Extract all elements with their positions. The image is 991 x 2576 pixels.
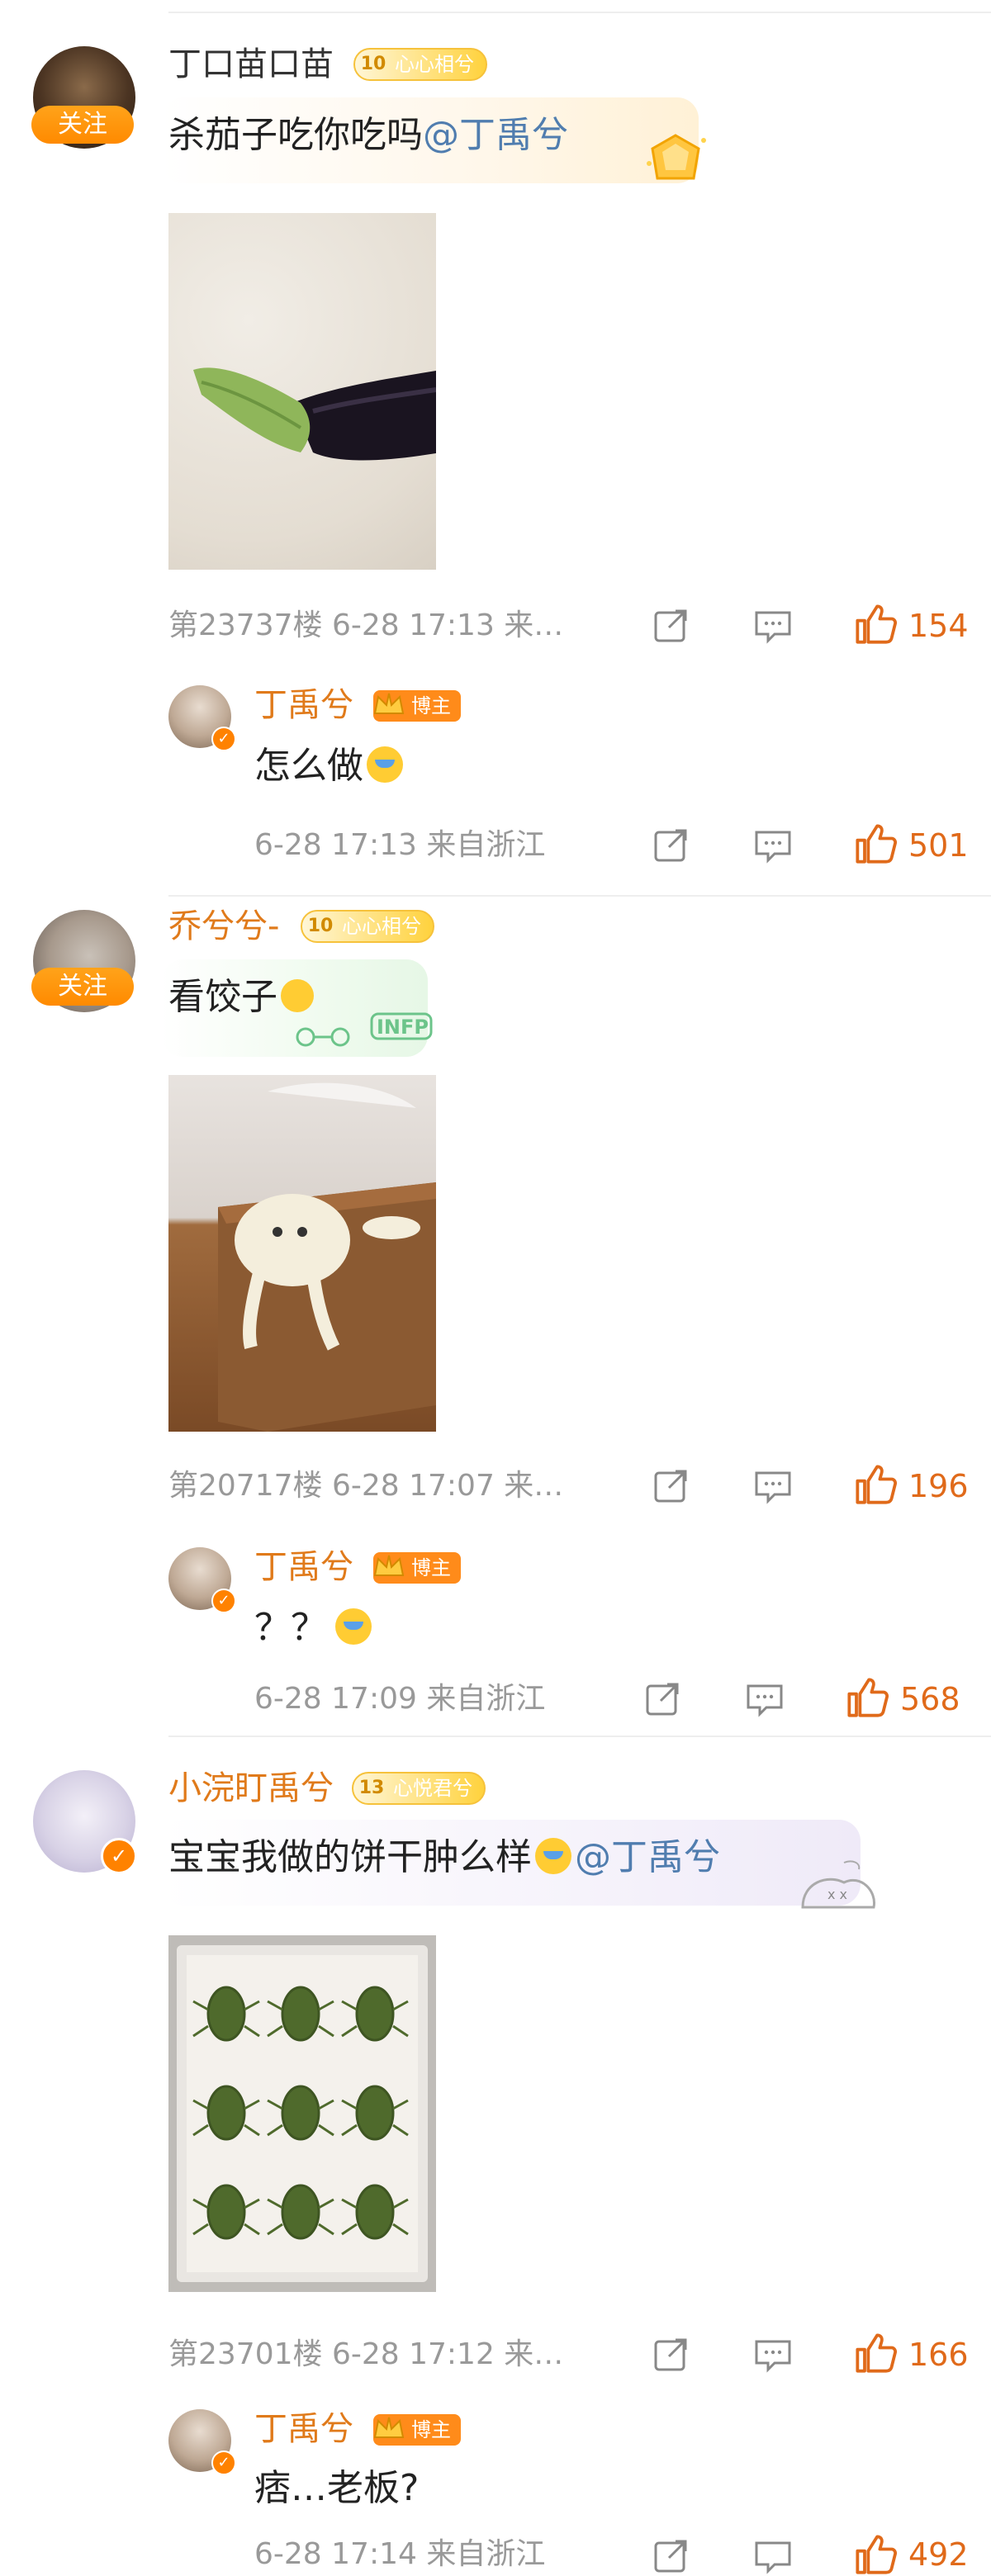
username[interactable]: 小浣盯禹兮 (168, 1769, 334, 1808)
verified-badge: ✓ (211, 2451, 236, 2475)
reply-text: ？？ (254, 1605, 372, 1651)
reply-username[interactable]: 丁禹兮 (254, 1547, 353, 1587)
crying-face-icon (367, 746, 403, 783)
infp-sticker-icon: INFP (296, 1012, 433, 1047)
reply-meta: 6-28 17:09 来自浙江 (254, 1682, 546, 1716)
follow-button[interactable]: 关注 (31, 968, 134, 1006)
comment-icon[interactable] (753, 2536, 793, 2576)
dumpling-photo[interactable] (168, 1075, 436, 1432)
comment-divider (168, 895, 991, 897)
owner-badge: 博主 (373, 1552, 461, 1584)
eggplant-photo[interactable] (168, 213, 436, 570)
fan-badge-label: 心心相兮 (395, 53, 474, 76)
mention-link[interactable]: @丁禹兮 (575, 1836, 720, 1878)
reply-meta: 6-28 17:14 来自浙江 (254, 2537, 546, 2571)
crown-icon (373, 1555, 405, 1576)
comment-text: 杀茄子吃你吃吗@丁禹兮 (168, 114, 568, 156)
fan-badge: 10 心心相兮 (301, 910, 434, 943)
like-count: 501 (908, 827, 969, 864)
reply-meta: 6-28 17:13 来自浙江 (254, 828, 546, 862)
comment-icon[interactable] (753, 1466, 793, 1506)
fan-badge: 13 心悦君兮 (352, 1772, 486, 1805)
fan-badge-label: 心心相兮 (342, 915, 421, 938)
like-count: 166 (908, 2337, 969, 2373)
like-count: 154 (908, 608, 969, 644)
reply-username[interactable]: 丁禹兮 (254, 685, 353, 725)
reply-text: 痞…老板? (254, 2467, 420, 2509)
comment-meta: 第20717楼 6-28 17:07 来… (168, 1469, 564, 1503)
like-icon[interactable] (854, 822, 897, 865)
svg-text:x x: x x (827, 1887, 847, 1902)
owner-badge: 博主 (373, 690, 461, 722)
like-count: 568 (900, 1681, 960, 1717)
crying-face-icon (535, 1838, 571, 1874)
cookie-tray-photo[interactable] (168, 1935, 436, 2292)
fan-badge: 10 心心相兮 (353, 48, 487, 81)
ghost-sticker-icon: x x (801, 1860, 875, 1909)
like-icon[interactable] (854, 603, 897, 646)
reply-username[interactable]: 丁禹兮 (254, 2409, 353, 2449)
share-icon[interactable] (642, 1679, 682, 1719)
verified-badge: ✓ (211, 1589, 236, 1613)
username[interactable]: 丁口苗口苗 (168, 45, 334, 84)
like-count: 196 (908, 1468, 969, 1504)
gem-icon (647, 134, 706, 180)
fan-level: 13 (358, 1778, 385, 1798)
share-icon[interactable] (651, 606, 690, 646)
fan-level: 10 (360, 54, 386, 74)
follow-button[interactable]: 关注 (31, 106, 134, 144)
like-icon[interactable] (854, 2332, 897, 2375)
share-icon[interactable] (651, 1466, 690, 1506)
crown-icon (373, 693, 405, 714)
comment-meta: 第23701楼 6-28 17:12 来… (168, 2337, 564, 2371)
fan-level: 10 (307, 916, 334, 936)
like-count: 492 (908, 2536, 969, 2573)
comment-text: 宝宝我做的饼干肿么样 @丁禹兮 (168, 1836, 720, 1878)
comment-icon[interactable] (753, 606, 793, 646)
like-icon[interactable] (854, 2533, 897, 2576)
like-icon[interactable] (846, 1676, 889, 1719)
owner-badge: 博主 (373, 2414, 461, 2446)
comment-meta: 第23737楼 6-28 17:13 来… (168, 608, 564, 642)
share-icon[interactable] (651, 2536, 690, 2576)
username[interactable]: 乔兮兮- (168, 907, 279, 946)
crying-face-icon (335, 1608, 372, 1645)
mention-link[interactable]: @丁禹兮 (423, 114, 568, 156)
comment-icon[interactable] (753, 826, 793, 865)
reply-text: 怎么做 (254, 743, 403, 789)
crown-icon (373, 2417, 405, 2438)
comment-divider (168, 1735, 991, 1737)
top-divider (168, 12, 991, 13)
comment-icon[interactable] (753, 2335, 793, 2375)
verified-badge: ✓ (101, 1838, 137, 1874)
share-icon[interactable] (651, 826, 690, 865)
svg-text:INFP: INFP (377, 1016, 429, 1039)
verified-badge: ✓ (211, 727, 236, 751)
like-icon[interactable] (854, 1463, 897, 1506)
comment-icon[interactable] (745, 1679, 785, 1719)
share-icon[interactable] (651, 2335, 690, 2375)
fan-badge-label: 心悦君兮 (393, 1777, 472, 1800)
